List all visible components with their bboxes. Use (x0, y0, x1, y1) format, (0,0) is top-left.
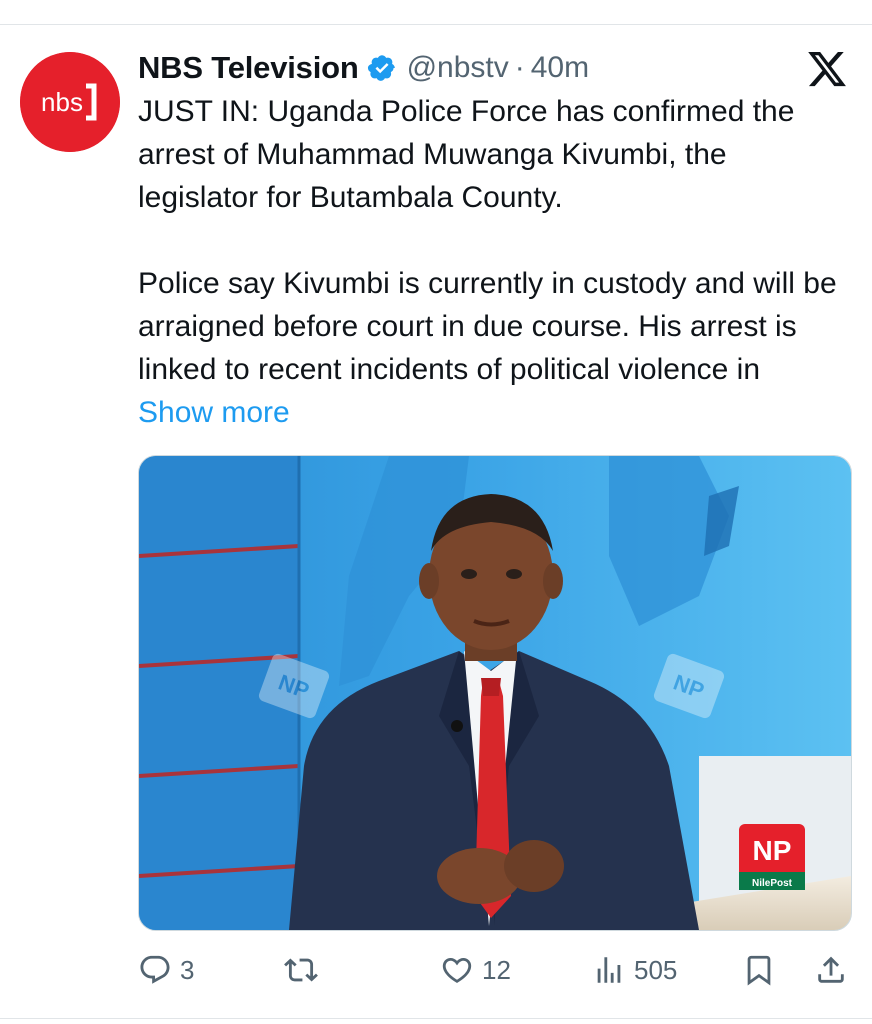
news-photo: NP NP NP NilePost (139, 456, 851, 930)
timestamp[interactable]: 40m (531, 51, 589, 85)
nilepost-logo: NP NilePost (739, 824, 805, 890)
views-icon (597, 957, 621, 983)
nilepost-logo-text: NP (753, 835, 792, 866)
repost-button[interactable] (284, 948, 326, 992)
avatar[interactable]: nbs (20, 52, 120, 152)
tweet-header: NBS Television @nbstv · 40m (138, 48, 589, 88)
tweet-paragraph-2: Police say Kivumbi is currently in custo… (138, 262, 838, 434)
reply-button[interactable]: 3 (138, 948, 194, 992)
reply-count: 3 (180, 954, 195, 985)
verified-badge-icon (367, 53, 397, 83)
tweet-paragraph-1: JUST IN: Uganda Police Force has confirm… (138, 95, 795, 214)
like-count: 12 (482, 954, 511, 985)
tweet-card[interactable]: nbs NBS Television @nbstv · 40m JUST IN:… (0, 0, 872, 1024)
views-button[interactable]: 505 (592, 948, 677, 992)
share-icon (818, 956, 844, 983)
reply-icon (140, 955, 170, 984)
tweet-actions: 3 12 505 (138, 948, 850, 992)
display-name[interactable]: NBS Television (138, 50, 359, 86)
avatar-text: nbs (41, 87, 83, 117)
nilepost-logo-caption: NilePost (752, 878, 793, 889)
bookmark-icon (747, 955, 771, 986)
views-count: 505 (634, 954, 678, 985)
like-button[interactable]: 12 (440, 948, 511, 992)
heart-icon (442, 957, 472, 983)
tweet-media-image[interactable]: NP NP NP NilePost (138, 455, 852, 931)
show-more-link[interactable]: Show more (138, 396, 290, 429)
bottom-divider (0, 1018, 872, 1019)
tweet-text: JUST IN: Uganda Police Force has confirm… (138, 90, 838, 434)
repost-icon (284, 958, 318, 982)
bookmark-button[interactable] (742, 948, 776, 992)
handle[interactable]: @nbstv (407, 51, 509, 85)
separator-dot: · (514, 51, 525, 84)
tweet-paragraph-2-text: Police say Kivumbi is currently in custo… (138, 267, 837, 386)
x-logo-icon[interactable] (806, 48, 848, 90)
share-button[interactable] (814, 948, 848, 992)
